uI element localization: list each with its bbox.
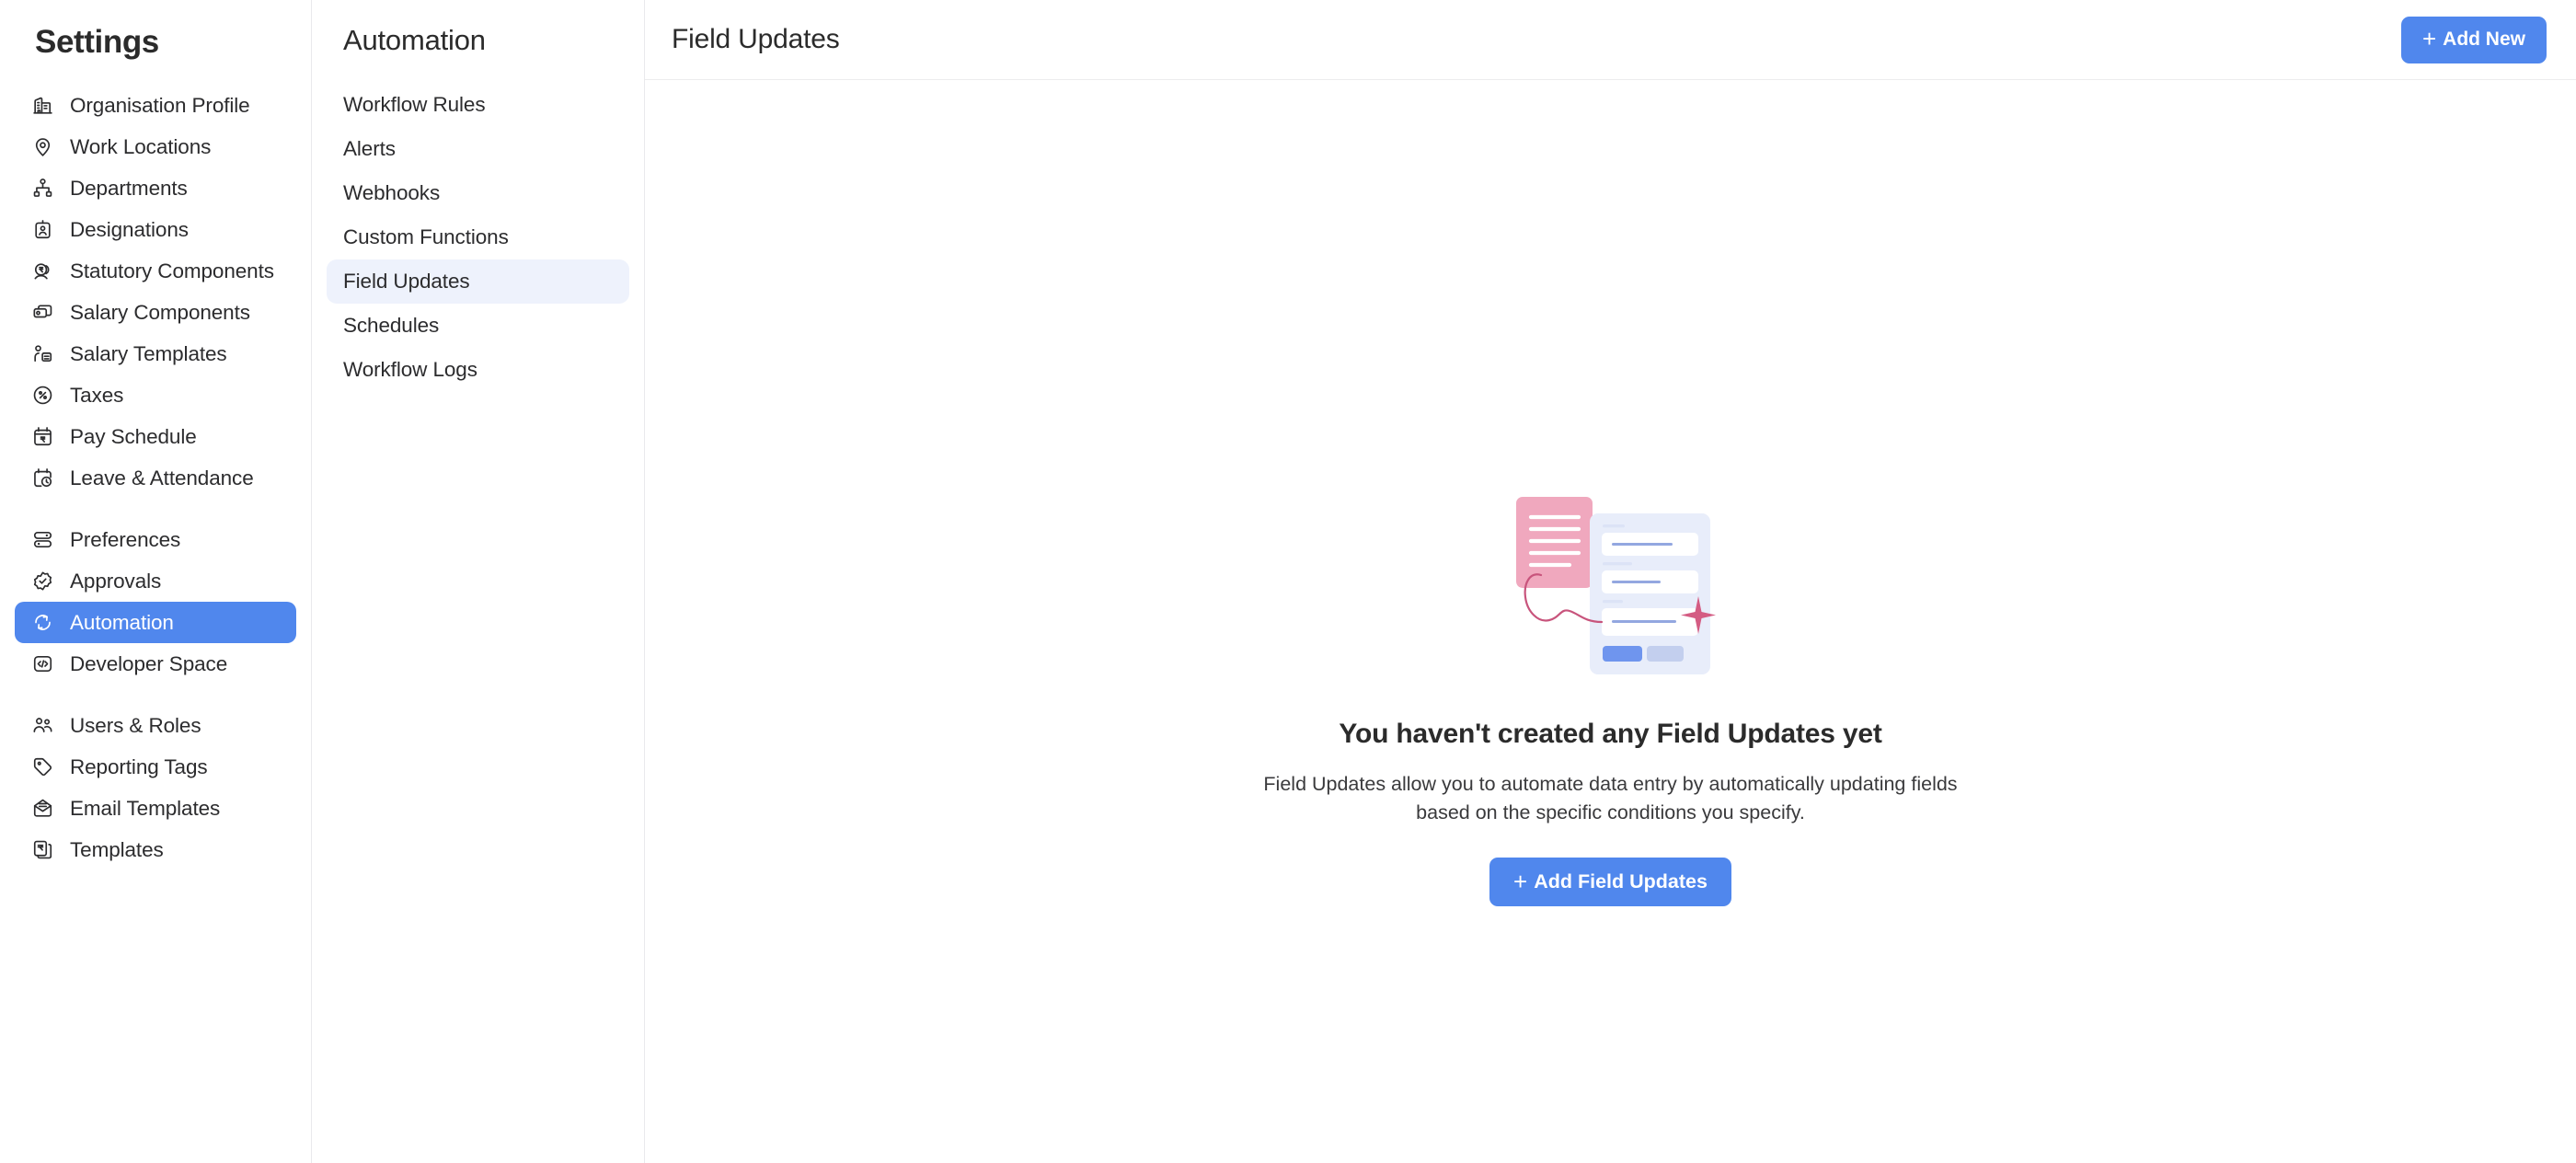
location-pin-icon [31,135,54,158]
sidebar-item-developer-space[interactable]: Developer Space [15,643,296,685]
sidebar-item-label: Templates [70,837,164,861]
add-new-button[interactable]: + Add New [2400,16,2547,63]
subnav-item-webhooks[interactable]: Webhooks [327,171,629,215]
subnav-item-workflow-logs[interactable]: Workflow Logs [327,348,629,392]
subnav-item-label: Custom Functions [343,225,509,248]
refresh-cycle-icon [31,611,54,634]
empty-field-updates-illustration [1478,472,1744,702]
sidebar-item-label: Salary Templates [70,341,227,365]
sidebar-item-preferences[interactable]: Preferences [15,519,296,560]
app-root: Settings Organisation Profile Work Locati… [0,0,2576,1163]
sidebar-item-label: Preferences [70,527,181,551]
check-badge-icon [31,570,54,593]
sidebar-item-salary-templates[interactable]: Salary Templates [15,333,296,374]
subnav-item-label: Workflow Rules [343,93,486,116]
sidebar-item-reporting-tags[interactable]: Reporting Tags [15,746,296,788]
sidebar-item-salary-components[interactable]: Salary Components [15,292,296,333]
subnav-item-label: Webhooks [343,181,441,204]
subnav-item-alerts[interactable]: Alerts [327,127,629,171]
subnav-item-custom-functions[interactable]: Custom Functions [327,215,629,259]
envelope-icon [31,797,54,820]
calendar-clock-icon [31,466,54,489]
sidebar-item-label: Email Templates [70,796,221,820]
sidebar-item-users-roles[interactable]: Users & Roles [15,705,296,746]
sidebar-item-work-locations[interactable]: Work Locations [15,126,296,167]
rupee-person-icon [31,259,54,282]
sidebar-item-email-templates[interactable]: Email Templates [15,788,296,829]
settings-sidebar: Settings Organisation Profile Work Locati… [0,0,312,1163]
sidebar-item-label: Pay Schedule [70,424,197,448]
sidebar-item-label: Leave & Attendance [70,466,254,489]
sidebar-item-label: Salary Components [70,300,250,324]
sidebar-group-divider [15,685,296,705]
person-document-icon [31,342,54,365]
subnav-item-workflow-rules[interactable]: Workflow Rules [327,83,629,127]
plus-icon: + [2421,25,2437,52]
sidebar-item-label: Automation [70,610,174,634]
sidebar-item-label: Users & Roles [70,713,201,737]
subnav-item-label: Field Updates [343,270,470,293]
sidebar-item-label: Work Locations [70,134,212,158]
code-brackets-icon [31,652,54,675]
sidebar-item-label: Approvals [70,569,162,593]
sidebar-item-departments[interactable]: Departments [15,167,296,209]
sidebar-item-pay-schedule[interactable]: Pay Schedule [15,416,296,457]
sidebar-item-label: Reporting Tags [70,754,208,778]
page-title: Field Updates [672,24,840,54]
percent-circle-icon [31,384,54,407]
add-new-button-label: Add New [2443,29,2525,50]
id-badge-icon [31,218,54,241]
sidebar-item-leave-attendance[interactable]: Leave & Attendance [15,457,296,499]
org-chart-icon [31,177,54,200]
rupee-documents-icon [31,838,54,861]
empty-state-region: You haven't created any Field Updates ye… [645,80,2576,1163]
sidebar-item-label: Designations [70,217,189,241]
sidebar-item-templates[interactable]: Templates [15,829,296,870]
sliders-icon [31,528,54,551]
subnav-list: Workflow Rules Alerts Webhooks Custom Funct… [327,83,629,392]
subnav-item-label: Workflow Logs [343,358,477,381]
sidebar-item-automation[interactable]: Automation [15,602,296,643]
add-field-updates-button-label: Add Field Updates [1534,870,1708,893]
sidebar-item-label: Organisation Profile [70,93,250,117]
sidebar-item-statutory-components[interactable]: Statutory Components [15,250,296,292]
subnav-item-field-updates[interactable]: Field Updates [327,259,629,304]
add-field-updates-button[interactable]: + Add Field Updates [1489,858,1731,907]
tag-icon [31,755,54,778]
money-stack-icon [31,301,54,324]
settings-title: Settings [35,24,159,60]
empty-state-description: Field Updates allow you to automate data… [1263,773,1958,823]
empty-state-title: You haven't created any Field Updates ye… [1339,719,1882,749]
sidebar-item-label: Developer Space [70,651,228,675]
subnav-item-label: Alerts [343,137,396,160]
sidebar-item-label: Taxes [70,383,124,407]
subnav-item-schedules[interactable]: Schedules [327,304,629,348]
sidebar-item-label: Statutory Components [70,259,274,282]
sidebar-item-taxes[interactable]: Taxes [15,374,296,416]
automation-subnav: Automation Workflow Rules Alerts Webhooks C… [312,0,645,1163]
subnav-title: Automation [343,24,486,56]
sidebar-item-designations[interactable]: Designations [15,209,296,250]
users-icon [31,714,54,737]
subnav-item-label: Schedules [343,314,440,337]
sidebar-group-divider [15,499,296,519]
sidebar-item-approvals[interactable]: Approvals [15,560,296,602]
main-content: Field Updates + Add New You haven't crea… [645,0,2576,1163]
sidebar-item-organisation-profile[interactable]: Organisation Profile [15,85,296,126]
page-header: Field Updates + Add New [645,0,2576,80]
organisation-profile-icon [31,94,54,117]
plus-icon: + [1513,867,1528,895]
sidebar-item-label: Departments [70,176,188,200]
settings-nav-list: Organisation Profile Work Locations Depart… [15,85,296,870]
calendar-rupee-icon [31,425,54,448]
